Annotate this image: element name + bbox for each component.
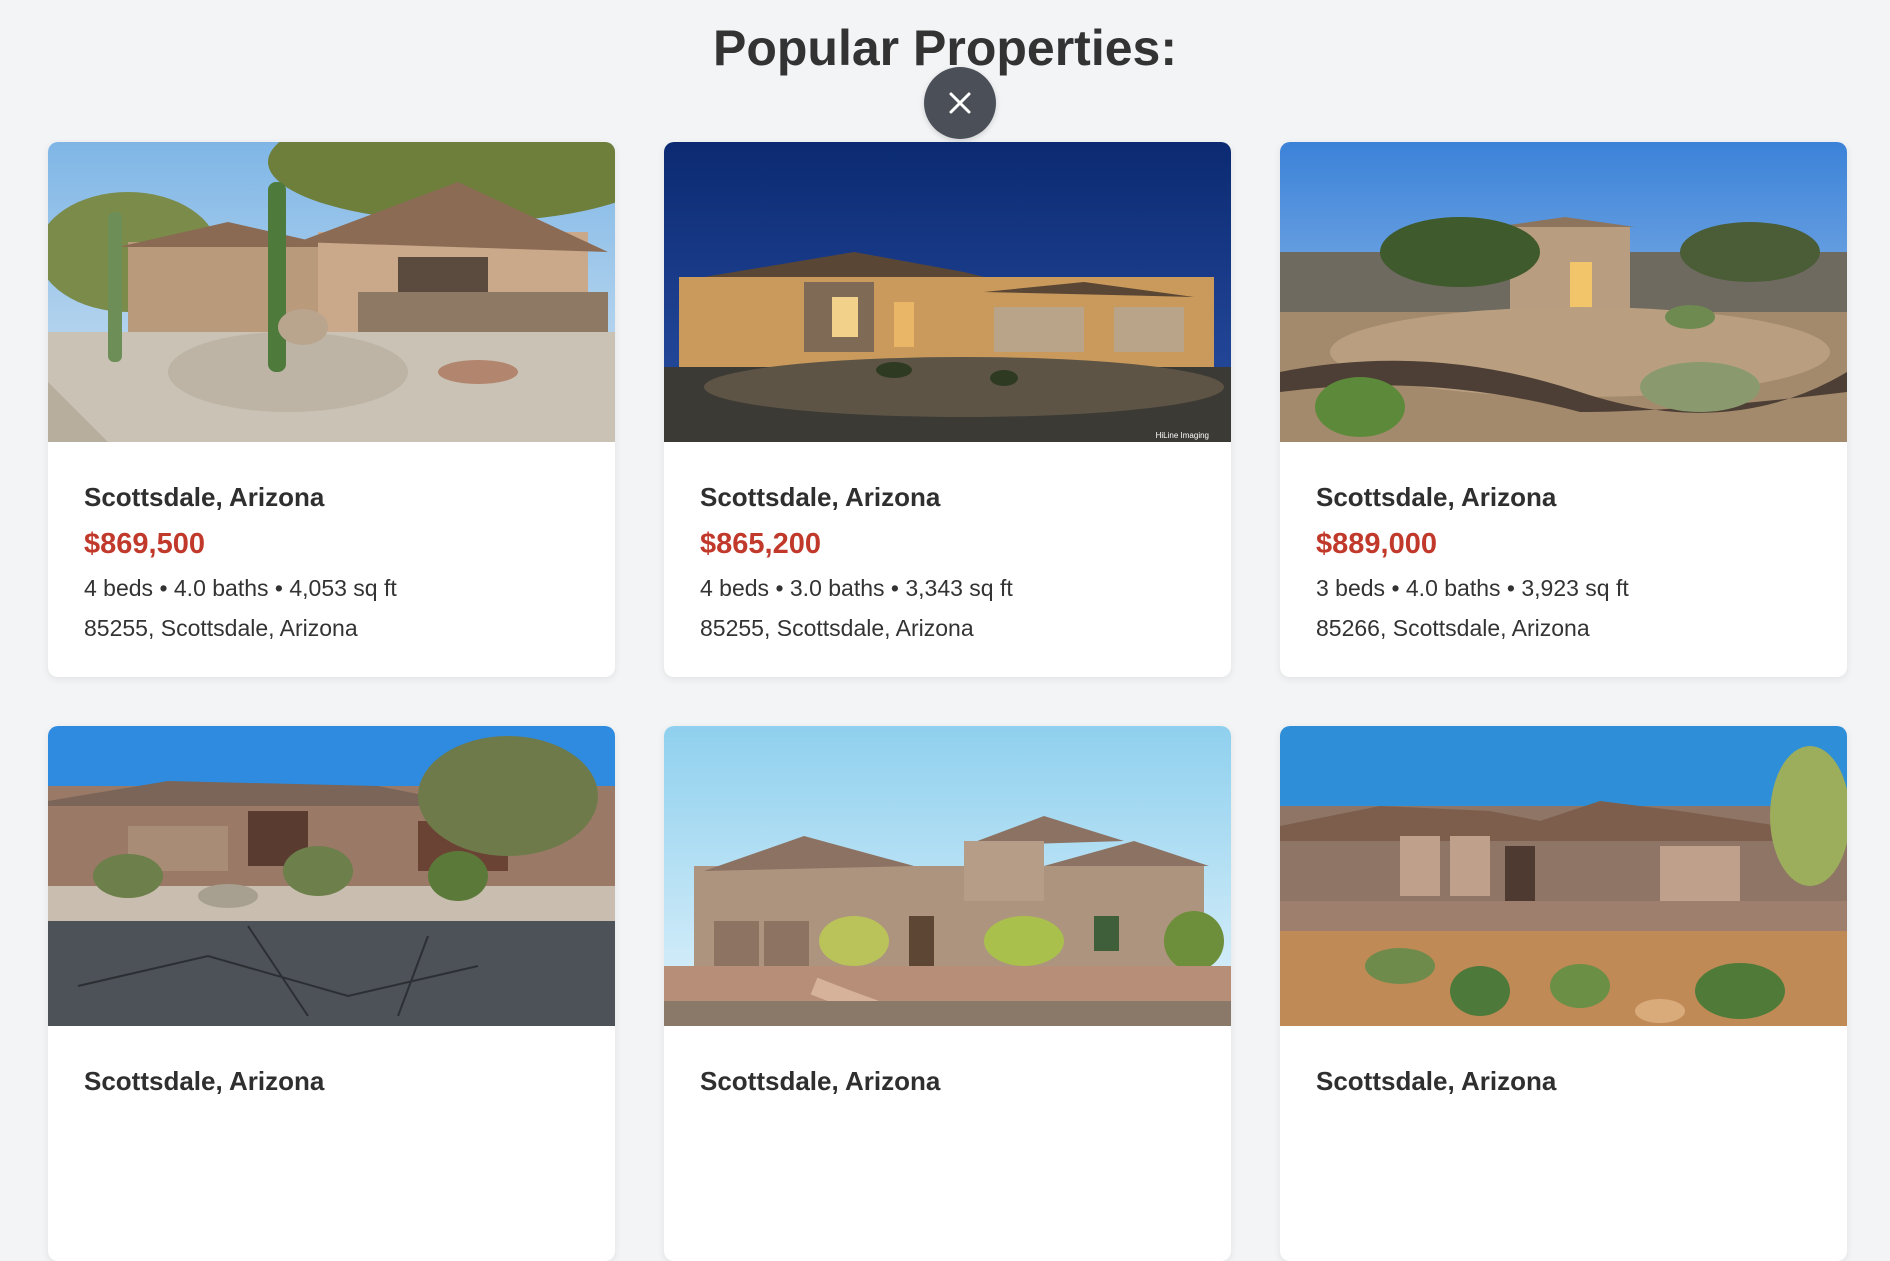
close-icon (949, 92, 971, 114)
photo-credit: HiLine Imaging (1156, 431, 1209, 440)
property-price: $889,000 (1316, 528, 1437, 560)
property-specs: 3 beds • 4.0 baths • 3,923 sq ft (1316, 575, 1629, 601)
property-address: 85255, Scottsdale, Arizona (84, 615, 358, 641)
property-photo: HiLine Imaging (664, 142, 1231, 442)
property-city: Scottsdale, Arizona (1316, 482, 1557, 512)
property-card[interactable]: Scottsdale, Arizona (48, 726, 615, 1261)
property-specs: 4 beds • 4.0 baths • 4,053 sq ft (84, 575, 397, 601)
property-city: Scottsdale, Arizona (84, 1066, 325, 1096)
property-photo (48, 142, 615, 442)
property-city: Scottsdale, Arizona (700, 482, 941, 512)
property-address: 85266, Scottsdale, Arizona (1316, 615, 1590, 641)
property-card[interactable]: Scottsdale, Arizona (1280, 726, 1847, 1261)
property-city: Scottsdale, Arizona (84, 482, 325, 512)
property-address: 85255, Scottsdale, Arizona (700, 615, 974, 641)
property-city: Scottsdale, Arizona (700, 1066, 941, 1096)
property-price: $869,500 (84, 528, 205, 560)
property-photo (1280, 726, 1847, 1026)
property-specs: 4 beds • 3.0 baths • 3,343 sq ft (700, 575, 1013, 601)
property-photo (48, 726, 615, 1026)
close-button[interactable] (924, 67, 996, 139)
property-card[interactable]: Scottsdale, Arizona $869,500 4 beds • 4.… (48, 142, 615, 677)
property-city: Scottsdale, Arizona (1316, 1066, 1557, 1096)
property-card[interactable]: HiLine Imaging Scottsdale, Arizona $865,… (664, 142, 1231, 677)
property-card[interactable]: Scottsdale, Arizona (664, 726, 1231, 1261)
property-photo (664, 726, 1231, 1026)
property-grid: Scottsdale, Arizona $869,500 4 beds • 4.… (48, 142, 1847, 1261)
property-card[interactable]: Scottsdale, Arizona $889,000 3 beds • 4.… (1280, 142, 1847, 677)
property-photo (1280, 142, 1847, 442)
property-price: $865,200 (700, 528, 821, 560)
